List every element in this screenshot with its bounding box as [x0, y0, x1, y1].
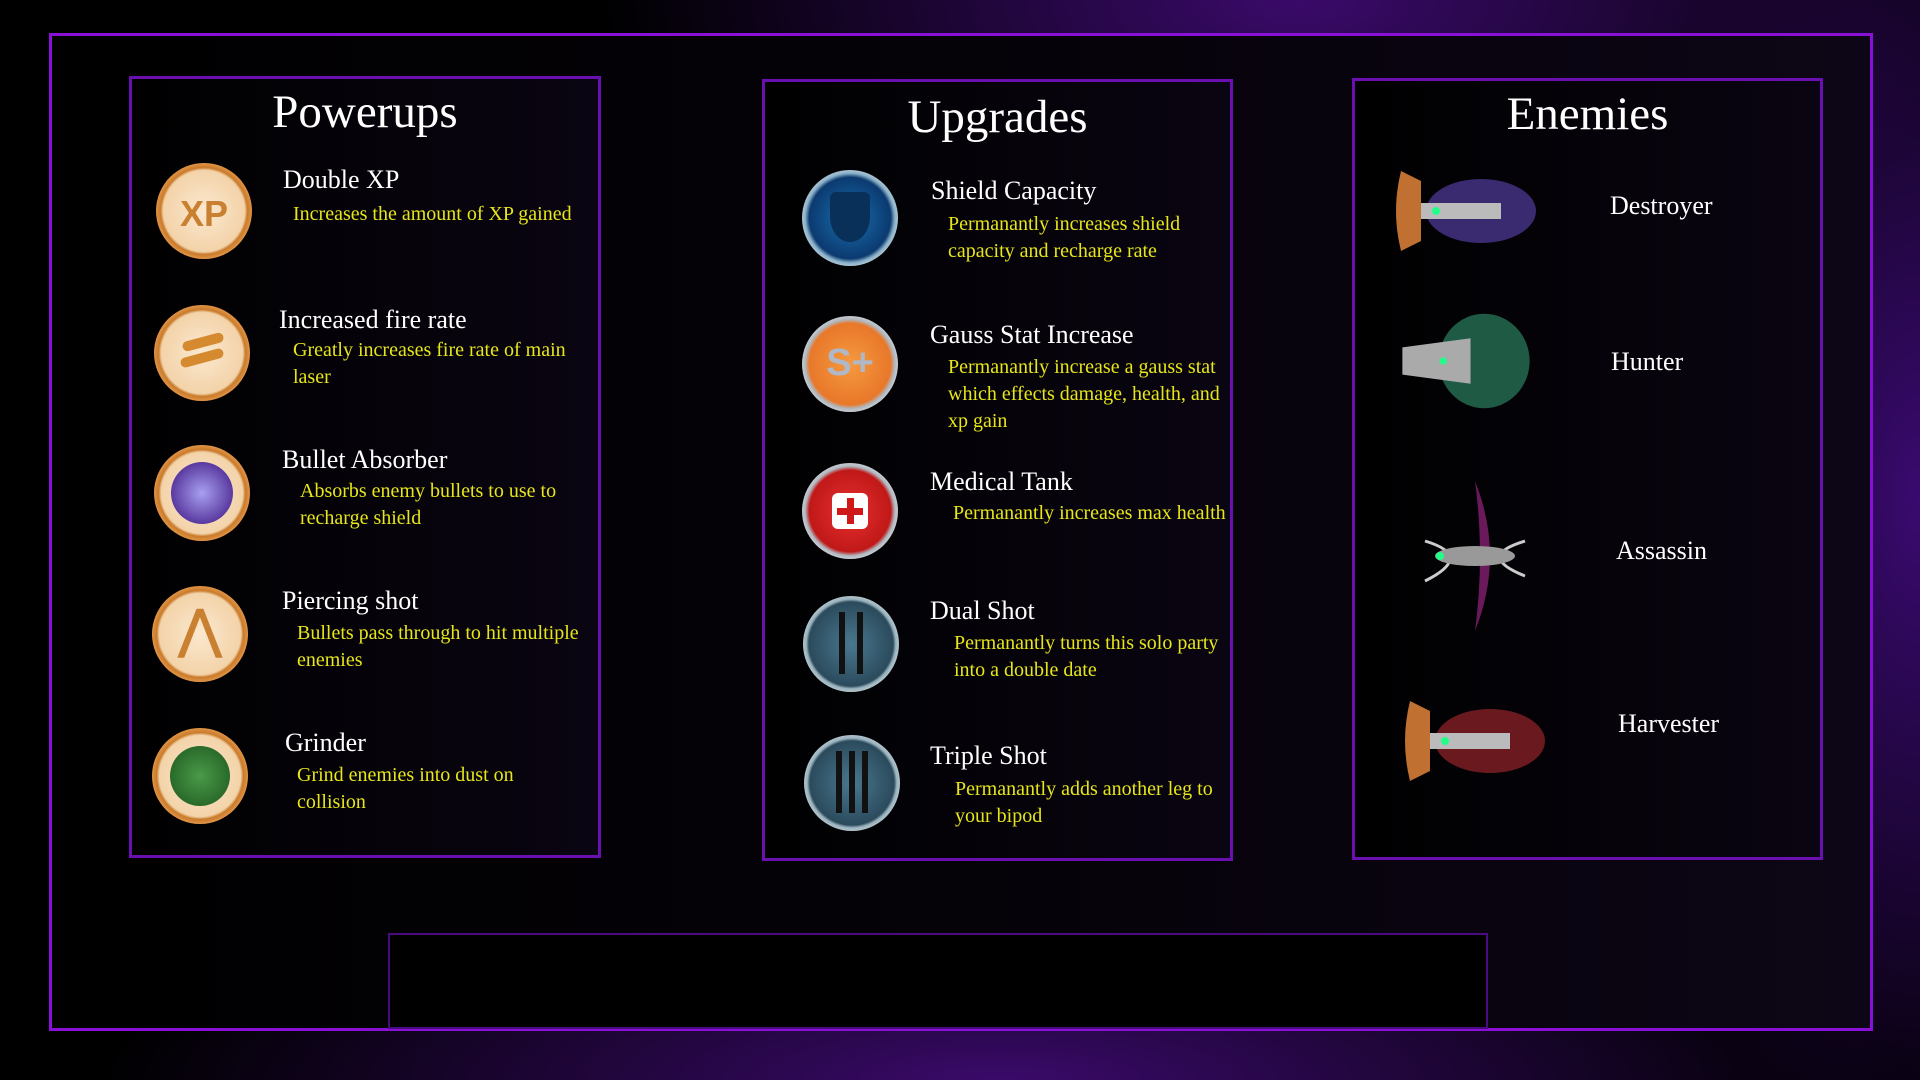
item-name: Increased fire rate	[279, 305, 467, 334]
piercing-shot-icon: ⋀	[152, 586, 248, 682]
powerup-item: Bullet Absorber Absorbs enemy bullets to…	[132, 445, 598, 565]
item-description: Greatly increases fire rate of main lase…	[293, 339, 566, 388]
item-description: Grind enemies into dust on collision	[297, 764, 514, 813]
item-name: Shield Capacity	[931, 176, 1097, 205]
destroyer-ship-icon	[1396, 171, 1536, 251]
upgrade-item: Triple Shot Permanantly adds another leg…	[765, 735, 1230, 855]
item-name: Gauss Stat Increase	[930, 320, 1134, 349]
upgrade-item: Medical Tank Permanantly increases max h…	[765, 463, 1230, 583]
upgrades-panel: Upgrades Shield Capacity Permanantly inc…	[762, 79, 1233, 861]
message-box	[388, 933, 1488, 1029]
item-name: Grinder	[285, 728, 366, 757]
item-name: Medical Tank	[930, 467, 1073, 496]
hunter-ship-icon	[1402, 313, 1530, 409]
stat-plus-icon: S+	[802, 316, 898, 412]
dual-cannon-icon	[803, 596, 899, 692]
enemy-name: Harvester	[1618, 709, 1720, 738]
enemies-panel: Enemies Destroyer Hunter Assassin Harves…	[1352, 78, 1823, 860]
powerup-item: Grinder Grind enemies into dust on colli…	[132, 728, 598, 848]
powerups-panel: Powerups XP Double XP Increases the amou…	[129, 76, 601, 858]
bullet-absorber-icon	[154, 445, 250, 541]
upgrade-item: Shield Capacity Permanantly increases sh…	[765, 170, 1230, 290]
item-description: Bullets pass through to hit multiple ene…	[297, 622, 579, 671]
upgrade-item: S+ Gauss Stat Increase Permanantly incre…	[765, 316, 1230, 436]
panel-title: Powerups	[272, 86, 458, 138]
grinder-icon	[152, 728, 248, 824]
item-description: Permanantly increases max health	[953, 502, 1226, 524]
harvester-ship-icon	[1405, 701, 1545, 781]
item-name: Piercing shot	[282, 586, 419, 615]
panel-title: Enemies	[1506, 88, 1669, 140]
medical-cross-icon	[802, 463, 898, 559]
assassin-ship-icon	[1424, 481, 1526, 631]
double-xp-icon: XP	[156, 163, 252, 259]
fire-rate-icon	[154, 305, 250, 401]
upgrade-item: Dual Shot Permanantly turns this solo pa…	[765, 596, 1230, 716]
item-description: Permanantly increase a gauss stat which …	[948, 356, 1220, 432]
item-name: Triple Shot	[930, 741, 1047, 770]
enemy-name: Assassin	[1616, 536, 1708, 565]
item-description: Increases the amount of XP gained	[293, 203, 572, 225]
powerup-item: Increased fire rate Greatly increases fi…	[132, 305, 598, 425]
item-name: Double XP	[283, 165, 400, 194]
panel-title: Upgrades	[907, 91, 1088, 143]
powerup-item: XP Double XP Increases the amount of XP …	[132, 163, 598, 283]
shield-icon	[802, 170, 898, 266]
icon-label: S+	[826, 342, 874, 384]
powerup-item: ⋀ Piercing shot Bullets pass through to …	[132, 586, 598, 706]
item-description: Permanantly increases shield capacity an…	[948, 213, 1181, 262]
enemy-name: Hunter	[1611, 347, 1684, 376]
item-description: Permanantly adds another leg to your bip…	[955, 778, 1213, 827]
item-name: Bullet Absorber	[282, 445, 448, 474]
triple-cannon-icon	[804, 735, 900, 831]
item-description: Permanantly turns this solo party into a…	[954, 632, 1219, 681]
item-description: Absorbs enemy bullets to use to recharge…	[300, 480, 557, 529]
item-name: Dual Shot	[930, 596, 1035, 625]
enemy-name: Destroyer	[1610, 191, 1713, 220]
